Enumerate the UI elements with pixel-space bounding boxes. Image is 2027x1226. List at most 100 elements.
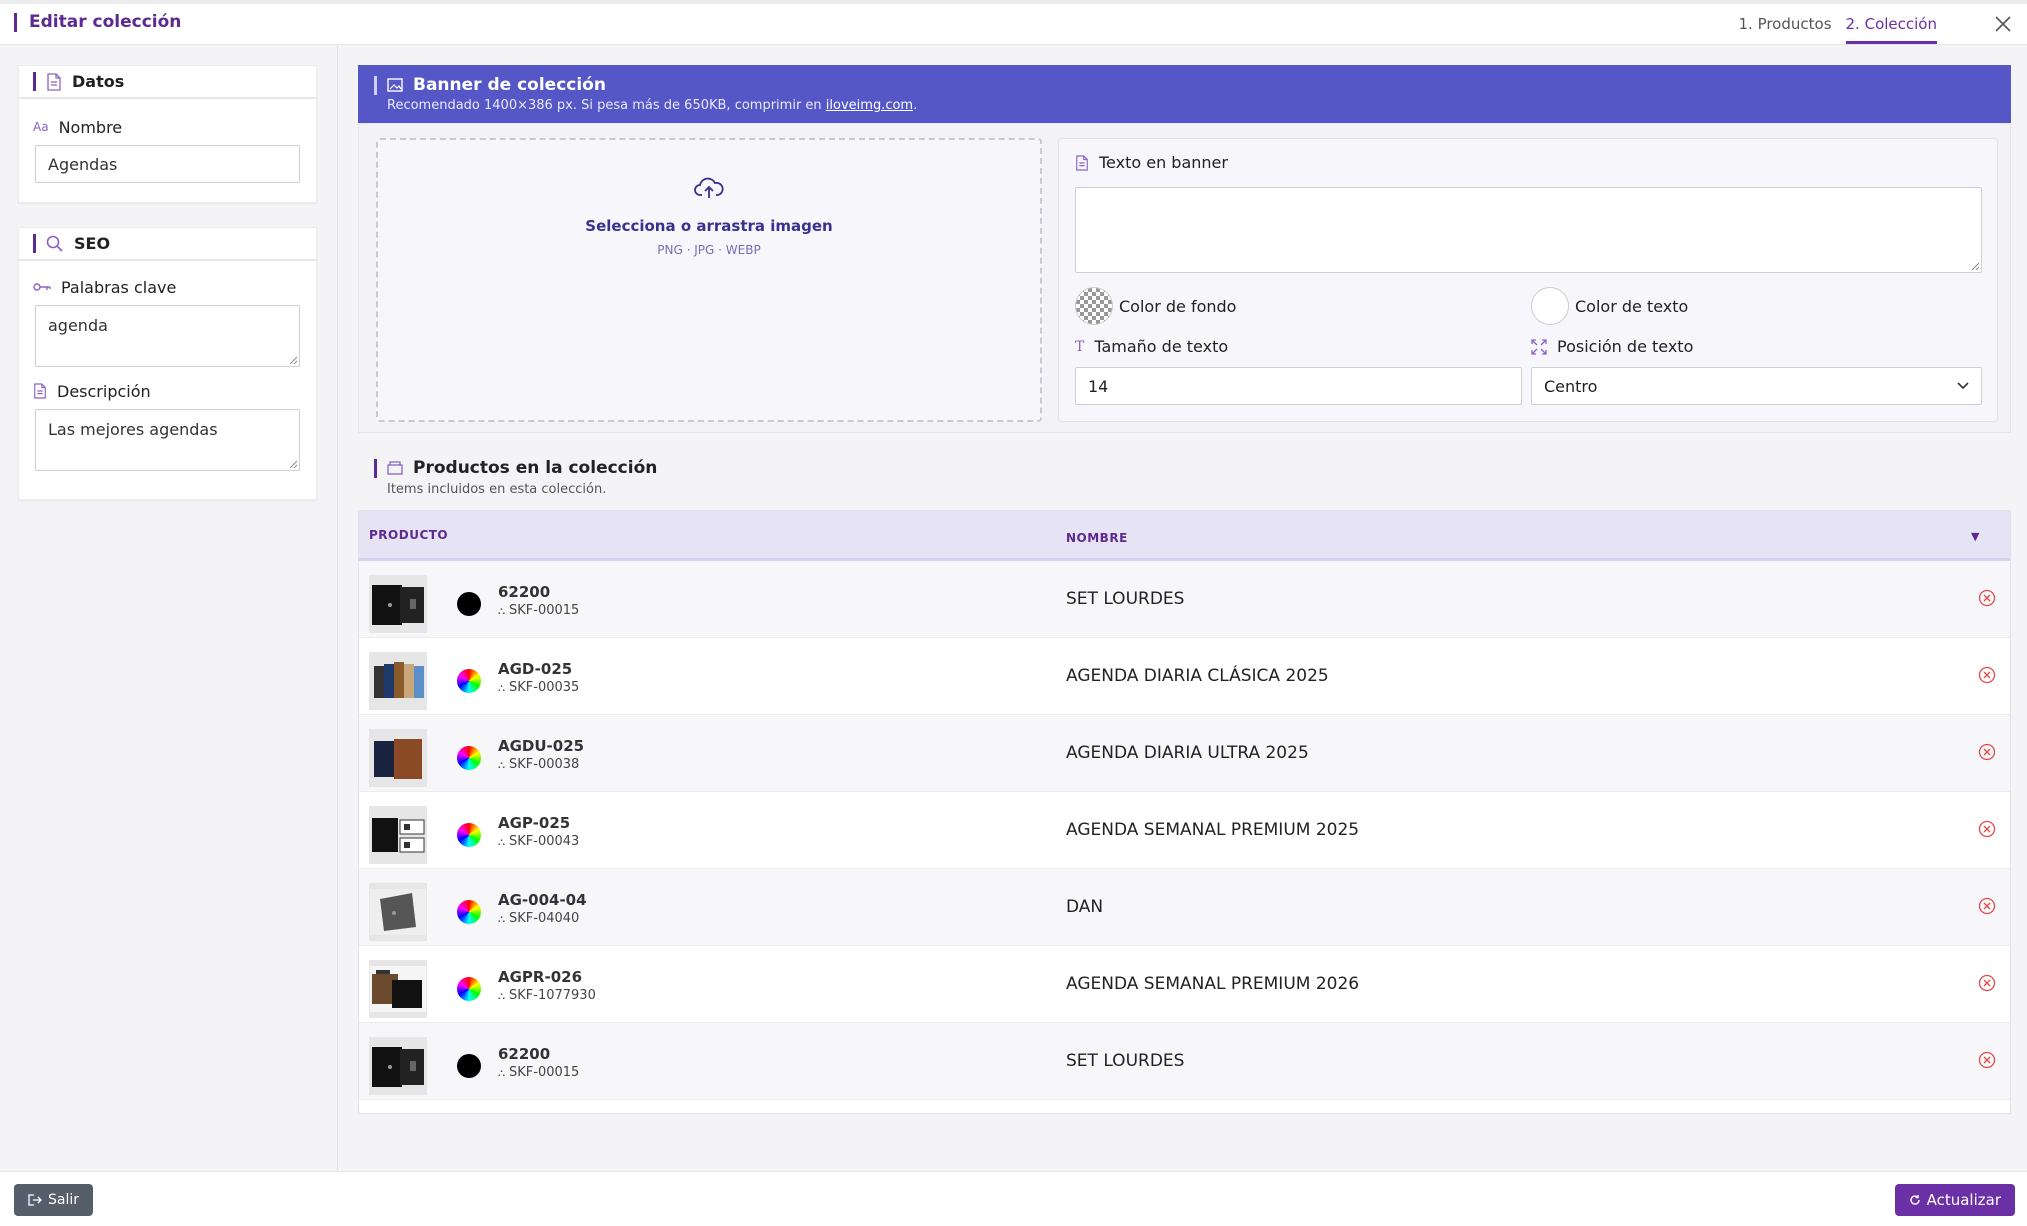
products-subtitle: Items incluidos en esta colección. [387,482,607,497]
banner-subtitle: Recomendado 1400×386 px. Si pesa más de … [387,98,918,113]
resize-grip-icon[interactable] [289,356,297,364]
banner-text-textarea[interactable] [1075,187,1982,273]
exit-icon [28,1194,42,1206]
table-row[interactable]: AG-004-04 ⛬ SKF-04040 DAN [359,869,2010,946]
products-table: PRODUCTO NOMBRE ▼ 62200 ⛬ SKF-00015 SET LOU… [358,510,2011,1114]
table-row[interactable]: 62200 ⛬ SKF-00015 SET LOURDES [359,1023,2010,1100]
tab-productos[interactable]: 1. Productos [1738,15,1831,44]
text-format-icon: Aa [33,120,49,134]
datos-header: Datos [19,66,316,99]
key-icon [33,283,51,291]
bg-color-field: Color de fondo [1075,287,1236,325]
table-row[interactable]: AGDU-025 ⛬ SKF-00038 AGENDA DIARIA ULTRA 20… [359,715,2010,792]
product-sku: ⛬ SKF-00015 [498,603,580,618]
resize-grip-icon[interactable] [289,460,297,468]
products-title: Productos en la colección [413,458,658,478]
datos-title: Datos [72,72,125,91]
color-dot [457,977,481,1001]
iloveimg-link[interactable]: iloveimg.com [826,98,913,113]
text-color-swatch[interactable] [1531,287,1569,325]
description-textarea[interactable]: Las mejores agendas [35,409,300,471]
datos-card: Datos Aa Nombre Agendas [18,65,317,203]
sitemap-icon: ⛬ [498,760,505,771]
product-code: AGDU-025 [498,737,585,755]
exit-button[interactable]: Salir [14,1184,94,1216]
remove-icon[interactable] [1978,666,1996,684]
product-name: AGENDA DIARIA ULTRA 2025 [1066,743,1309,763]
product-thumbnail [369,883,427,941]
close-icon[interactable] [1991,12,2015,36]
color-dot [457,669,481,693]
text-position-label: Posición de texto [1531,337,1693,356]
remove-icon[interactable] [1978,974,1996,992]
cloud-upload-icon [694,177,724,198]
bg-color-swatch[interactable] [1075,287,1113,325]
product-code: AGD-025 [498,660,573,678]
product-sku: ⛬ SKF-1077930 [498,988,596,1003]
text-size-label: T Tamaño de texto [1075,337,1229,356]
banner-text-panel: Texto en banner Color de fondo Color de … [1058,138,1998,422]
table-row[interactable]: AGPR-026 ⛬ SKF-1077930 AGENDA SEMANAL PREMI… [359,946,2010,1023]
product-name: SET LOURDES [1066,1051,1185,1071]
text-position-select[interactable]: Centro [1531,367,1982,405]
banner-body: Selecciona o arrastra imagen PNG · JPG ·… [358,123,2011,433]
sitemap-icon: ⛬ [498,606,505,617]
product-sku: ⛬ SKF-00035 [498,680,580,695]
image-icon [387,78,403,92]
upload-formats: PNG · JPG · WEBP [657,243,761,257]
expand-icon [1531,338,1547,355]
banner-title: Banner de colección [413,75,606,95]
resize-grip-icon[interactable] [1971,262,1979,270]
box-icon [387,461,403,475]
col-producto: PRODUCTO [369,528,449,542]
product-name: SET LOURDES [1066,589,1185,609]
update-button[interactable]: Actualizar [1894,1184,2015,1216]
color-dot [457,900,481,924]
step-tabs: 1. Productos 2. Colección [1738,15,1937,44]
banner-header: Banner de colección Recomendado 1400×386… [358,65,2011,123]
sitemap-icon: ⛬ [498,683,505,694]
product-thumbnail [369,652,427,710]
col-nombre: NOMBRE [1066,531,1128,545]
image-dropzone[interactable]: Selecciona o arrastra imagen PNG · JPG ·… [376,138,1042,422]
products-header: Productos en la colección Items incluido… [358,450,2011,510]
product-code: 62200 [498,583,551,601]
product-name: AGENDA SEMANAL PREMIUM 2026 [1066,974,1360,994]
text-size-input[interactable]: 14 [1075,367,1522,405]
product-thumbnail [369,729,427,787]
seo-title: SEO [74,234,111,253]
remove-icon[interactable] [1978,820,1996,838]
color-dot [457,746,481,770]
product-code: AGPR-026 [498,968,583,986]
seo-header: SEO [19,228,316,261]
product-sku: ⛬ SKF-00038 [498,757,580,772]
sidebar: Datos Aa Nombre Agendas SEO Palabras cla… [0,45,338,1171]
table-row[interactable]: 62200 ⛬ SKF-00015 SET LOURDES [359,561,2010,638]
text-size-icon: T [1075,338,1085,355]
remove-icon[interactable] [1978,589,1996,607]
color-dot [457,1054,481,1078]
search-icon [46,235,63,252]
nombre-input[interactable]: Agendas [35,145,300,183]
color-dot [457,592,481,616]
product-thumbnail [369,806,427,864]
table-row[interactable]: AGP-025 ⛬ SKF-00043 AGENDA SEMANAL PREMIUM … [359,792,2010,869]
table-body: 62200 ⛬ SKF-00015 SET LOURDES AGD-025 ⛬ SKF-00… [359,561,2010,1100]
remove-icon[interactable] [1978,897,1996,915]
product-thumbnail [369,575,427,633]
banner-text-label: Texto en banner [1075,153,1228,172]
keywords-textarea[interactable]: agenda [35,305,300,367]
document-icon [47,72,61,91]
keywords-label: Palabras clave [19,275,316,299]
product-sku: ⛬ SKF-04040 [498,911,580,926]
product-sku: ⛬ SKF-00043 [498,834,580,849]
chevron-down-icon [1957,382,1969,390]
modal-header: Editar colección 1. Productos 2. Colecci… [0,0,2027,45]
sort-icon[interactable]: ▼ [1971,530,1980,543]
product-code: 62200 [498,1045,551,1063]
remove-icon[interactable] [1978,1051,1996,1069]
table-row[interactable]: AGD-025 ⛬ SKF-00035 AGENDA DIARIA CLÁSICA 2… [359,638,2010,715]
remove-icon[interactable] [1978,743,1996,761]
tab-coleccion[interactable]: 2. Colección [1845,15,1937,44]
sitemap-icon: ⛬ [498,991,505,1002]
